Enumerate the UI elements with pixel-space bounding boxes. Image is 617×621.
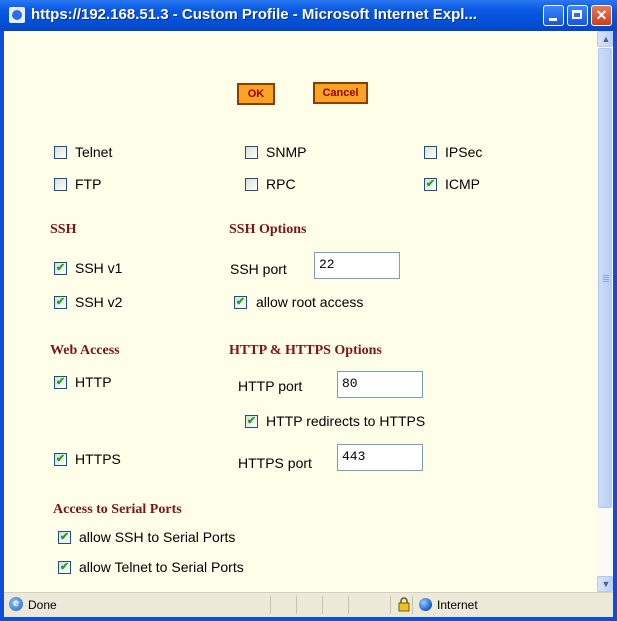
arrow-down-icon: ▼ — [601, 579, 611, 589]
root-access-checkbox[interactable] — [234, 295, 247, 309]
web-access-heading: Web Access — [50, 343, 120, 358]
https-redirect-label: HTTP redirects to HTTPS — [266, 413, 426, 429]
ssh-heading: SSH — [50, 222, 77, 237]
ssh-options-heading: SSH Options — [229, 222, 307, 237]
icmp-checkbox[interactable] — [424, 177, 437, 191]
https-port-input[interactable]: 443 — [337, 444, 423, 471]
http-port-label: HTTP port — [238, 378, 303, 394]
serial-heading: Access to Serial Ports — [53, 502, 182, 517]
serial-ssh-checkbox[interactable] — [58, 530, 71, 544]
ok-button[interactable]: OK — [237, 83, 275, 105]
minimize-button[interactable] — [543, 5, 564, 26]
globe-icon — [419, 598, 432, 611]
https-checkbox[interactable] — [54, 452, 67, 466]
arrow-up-icon: ▲ — [601, 34, 611, 44]
ie-page-icon — [9, 7, 25, 23]
ssh-v2-checkbox[interactable] — [54, 295, 67, 309]
maximize-button[interactable] — [567, 5, 588, 26]
status-text: Done — [28, 598, 57, 612]
browser-window: https://192.168.51.3 - Custom Profile - … — [0, 0, 617, 621]
icmp-label: ICMP — [445, 176, 480, 192]
serial-ssh-label: allow SSH to Serial Ports — [79, 529, 236, 545]
close-icon: ✕ — [595, 7, 608, 23]
http-port-input[interactable]: 80 — [337, 371, 423, 398]
snmp-checkbox[interactable] — [245, 146, 258, 159]
telnet-label: Telnet — [75, 144, 113, 160]
client-area: OK Cancel Telnet SNMP IPSec FTP RPC ICMP… — [4, 31, 613, 617]
profile-form: OK Cancel Telnet SNMP IPSec FTP RPC ICMP… — [4, 31, 597, 592]
grip-line — [603, 277, 609, 278]
status-cell — [348, 596, 390, 614]
window-title: https://192.168.51.3 - Custom Profile - … — [31, 6, 477, 23]
ftp-checkbox[interactable] — [54, 178, 67, 191]
grip-line — [603, 281, 609, 282]
rpc-label: RPC — [266, 176, 296, 192]
ipsec-label: IPSec — [445, 144, 483, 160]
https-port-label: HTTPS port — [238, 455, 312, 471]
serial-telnet-label: allow Telnet to Serial Ports — [79, 559, 244, 575]
scroll-up-button[interactable]: ▲ — [597, 31, 613, 47]
grip-line — [603, 279, 609, 280]
telnet-checkbox[interactable] — [54, 146, 67, 159]
https-redirect-checkbox[interactable] — [245, 414, 258, 428]
serial-telnet-checkbox[interactable] — [58, 560, 71, 574]
status-cell — [270, 596, 296, 614]
snmp-label: SNMP — [266, 144, 307, 160]
status-cell — [296, 596, 322, 614]
zone-text: Internet — [437, 598, 478, 612]
http-options-heading: HTTP & HTTPS Options — [229, 343, 382, 358]
close-button[interactable]: ✕ — [591, 5, 612, 26]
grip-line — [603, 275, 609, 276]
rpc-checkbox[interactable] — [245, 178, 258, 191]
status-cell — [322, 596, 348, 614]
ftp-label: FTP — [75, 176, 102, 192]
https-label: HTTPS — [75, 451, 121, 467]
scroll-down-button[interactable]: ▼ — [597, 576, 613, 592]
ssh-v1-label: SSH v1 — [75, 260, 123, 276]
vertical-scrollbar[interactable]: ▲ ▼ — [597, 31, 613, 592]
lock-icon — [398, 597, 410, 612]
minimize-icon — [549, 18, 557, 21]
ssh-v2-label: SSH v2 — [75, 294, 123, 310]
root-access-label: allow root access — [256, 294, 364, 310]
ssh-v1-checkbox[interactable] — [54, 261, 67, 275]
http-label: HTTP — [75, 374, 112, 390]
ssh-port-label: SSH port — [230, 261, 287, 277]
ie-page-done-icon: e — [9, 597, 23, 611]
ssh-port-input[interactable]: 22 — [314, 252, 400, 279]
maximize-icon — [572, 10, 582, 19]
cancel-button[interactable]: Cancel — [313, 82, 368, 104]
http-checkbox[interactable] — [54, 375, 67, 389]
status-bar: e Done Internet — [4, 592, 613, 617]
title-bar[interactable]: https://192.168.51.3 - Custom Profile - … — [0, 0, 617, 31]
scroll-thumb[interactable] — [598, 48, 612, 508]
ipsec-checkbox[interactable] — [424, 146, 437, 159]
